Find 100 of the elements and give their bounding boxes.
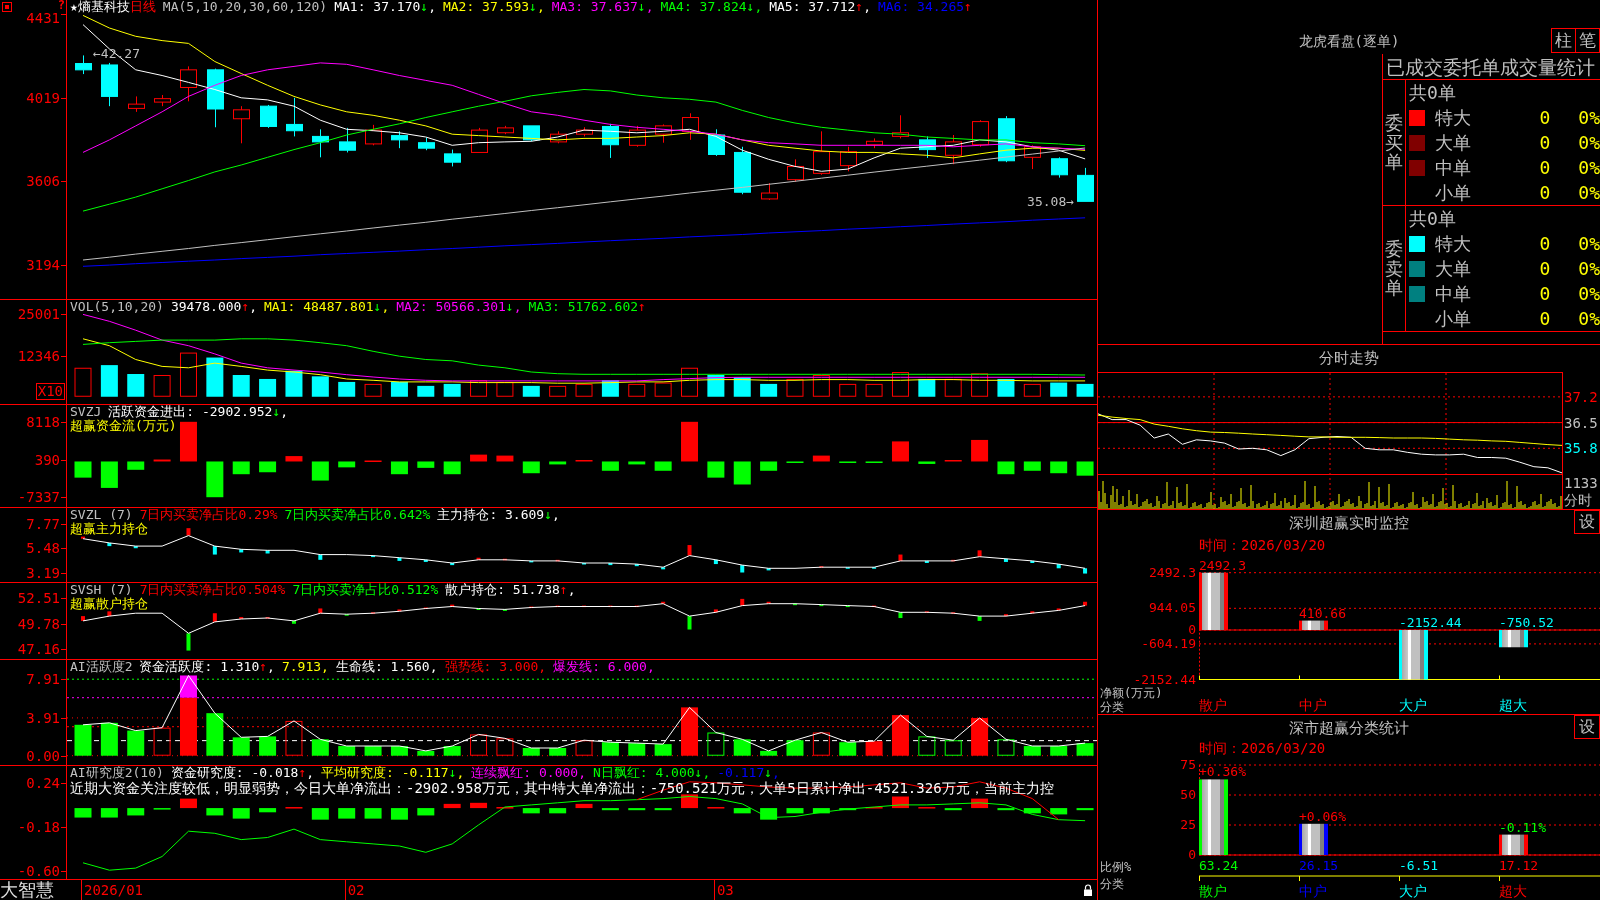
change-label: +0.36% — [1199, 764, 1246, 780]
legend-value: MA2: 37.593↓, — [442, 0, 545, 14]
indicator-name: SVZJ — [70, 405, 102, 419]
order-size-label: 大单 — [1435, 257, 1471, 280]
order-share: 0% — [1578, 232, 1600, 255]
legend-value: 39478.000↑, — [170, 300, 258, 314]
timestamp-text: 时间：2026/03/20 — [1199, 536, 1326, 554]
axis-tick-label: 3194 — [26, 257, 60, 274]
axis-tick-label: 4019 — [26, 89, 60, 106]
indicator-caption: 超赢资金流(万元) — [70, 419, 177, 433]
legend-value: 强势线: 3.000, — [444, 660, 547, 674]
indicator-name: SVZL (7) — [70, 508, 133, 522]
legend-value: 7日内买卖净占比0.642% — [284, 508, 431, 522]
order-count: 0 — [1539, 232, 1551, 255]
legend-value: 平均研究度: -0.117↓, — [321, 766, 465, 780]
axis-tick-label: 49.78 — [17, 615, 60, 632]
axis-tick-label: -604.19 — [1141, 635, 1196, 651]
order-count: 0 — [1539, 106, 1551, 129]
axis-tick-label: 52.51 — [17, 589, 60, 606]
legend-value: MA6: 34.265↑ — [877, 0, 972, 14]
axis-tick-label: 944.05 — [1149, 600, 1196, 616]
axis-tick-label: 3.19 — [26, 564, 60, 581]
legend-value: MA3: 37.637↓, — [551, 0, 654, 14]
indicator-name: SVSH (7) — [70, 583, 133, 597]
x-axis-label: 分类 — [1100, 700, 1124, 714]
axis-tick-label: 5.48 — [26, 540, 60, 557]
axis-tick-label: 8118 — [26, 413, 60, 430]
legend-value: 生命线: 1.560, — [335, 660, 438, 674]
order-share: 0% — [1578, 181, 1600, 204]
indicator-caption: 超赢主力持仓 — [70, 522, 148, 536]
category-label: 散户 — [1199, 883, 1227, 899]
category-label: 大户 — [1399, 697, 1427, 713]
legend-value: 活跃资金进出: -2902.952↓, — [108, 405, 289, 419]
order-share: 0% — [1578, 307, 1600, 330]
date-label: 2026/01 — [81, 880, 143, 900]
order-count: 0 — [1539, 307, 1551, 330]
ratio-value: 63.24 — [1199, 858, 1239, 873]
order-share: 0% — [1578, 257, 1600, 280]
price-tick-label: 35.8 — [1564, 440, 1598, 457]
panel-title: 深市超赢分类统计 — [1289, 719, 1409, 737]
order-share: 0% — [1578, 131, 1600, 154]
order-count: 0 — [1539, 181, 1551, 204]
axis-tick-label: 25001 — [17, 306, 60, 323]
order-share: 0% — [1578, 282, 1600, 305]
axis-tick-label: 25 — [1180, 817, 1196, 832]
legend-value: 7日内买卖净占比0.512% — [292, 583, 439, 597]
panel-title: 深圳超赢实时监控 — [1289, 514, 1409, 532]
axis-tick-label: 0 — [1188, 847, 1196, 862]
timestamp-text: 时间：2026/03/20 — [1199, 741, 1326, 756]
legend-value: MA3: 51762.602↑ — [528, 300, 646, 314]
value-label: 2492.3 — [1199, 557, 1246, 573]
axis-tick-label: -0.60 — [17, 863, 60, 879]
legend-value: 7.913, — [281, 660, 329, 674]
legend-value: MA5: 37.712↑, — [769, 0, 871, 14]
order-size-label: 中单 — [1435, 156, 1471, 179]
legend-value: 资金活跃度: 1.310↑, — [139, 660, 275, 674]
axis-tick-label: -2152.44 — [1133, 671, 1196, 687]
category-label: 超大 — [1499, 697, 1527, 713]
legend-value: MA4: 37.824↓, — [660, 0, 763, 14]
axis-tick-label: 2492.3 — [1149, 564, 1196, 580]
price-tick-label: 36.5 — [1564, 414, 1598, 431]
order-size-label: 特大 — [1435, 106, 1471, 129]
panel-title: 龙虎看盘(逐单) — [1298, 33, 1400, 49]
legend-value: 7日内买卖净占比0.504% — [139, 583, 286, 597]
axis-tick-label: -7337 — [17, 489, 60, 506]
order-total: 共0单 — [1409, 207, 1456, 231]
change-label: -0.11% — [1499, 819, 1546, 835]
y-axis-label: 比例% — [1100, 860, 1132, 874]
order-count: 0 — [1539, 131, 1551, 154]
order-size-label: 大单 — [1435, 131, 1471, 154]
order-count: 0 — [1539, 156, 1551, 179]
category-label: 中户 — [1299, 697, 1327, 713]
axis-tick-label: 75 — [1180, 757, 1196, 772]
axis-tick-label: 12346 — [17, 348, 60, 365]
legend-value: MA2: 50566.301↓, — [396, 300, 522, 314]
side-label: 委买单 — [1385, 112, 1403, 173]
price-marker: 35.08→ — [1027, 194, 1075, 210]
period-label: 日线 — [129, 0, 156, 14]
legend-value: 连续飘红: 0.000, — [471, 766, 586, 780]
indicator-name: VOL(5,10,20) — [70, 300, 164, 314]
app-name: 大智慧 — [0, 880, 54, 900]
legend-value: 主力持仓: 3.609↓, — [437, 508, 560, 522]
axis-tick-label: 0.00 — [26, 747, 60, 764]
indicator-name: AI活跃度2 — [70, 660, 133, 674]
category-label: 超大 — [1499, 883, 1527, 899]
date-label: 03 — [713, 880, 734, 900]
order-share: 0% — [1578, 156, 1600, 179]
axis-tick-label: 3.91 — [26, 709, 60, 726]
volume-scale-label: 1133 — [1564, 475, 1598, 492]
legend-value: MA1: 37.170↓, — [334, 0, 436, 14]
value-label: 410.66 — [1299, 605, 1346, 621]
axis-tick-label: 50 — [1180, 787, 1196, 802]
value-label: -750.52 — [1499, 615, 1554, 630]
order-share: 0% — [1578, 106, 1600, 129]
stock-name: ★熵基科技 — [70, 0, 130, 14]
y-axis-label: 净额(万元) — [1100, 686, 1163, 700]
x-axis-label: 分类 — [1100, 877, 1124, 891]
order-size-label: 特大 — [1435, 232, 1471, 255]
order-size-label: 中单 — [1435, 282, 1471, 305]
price-tick-label: 37.2 — [1564, 388, 1598, 405]
